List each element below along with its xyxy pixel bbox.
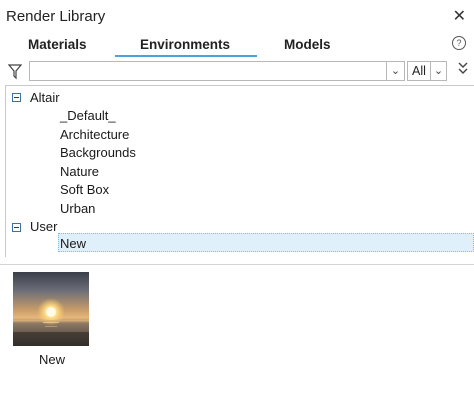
scope-dropdown-icon[interactable]: ⌄	[431, 61, 447, 81]
help-icon[interactable]: ?	[452, 36, 466, 50]
thumbnail-tile-new[interactable]: New	[12, 272, 92, 368]
thumbnail-image	[13, 272, 89, 346]
selected-row-highlight[interactable]	[58, 233, 474, 252]
expand-all-icon[interactable]	[455, 61, 471, 81]
tab-models[interactable]: Models	[284, 37, 331, 52]
tab-environments[interactable]: Environments	[140, 37, 230, 52]
tab-materials[interactable]: Materials	[28, 37, 87, 52]
double-chevron-down-icon	[458, 62, 468, 74]
tree-item-backgrounds[interactable]: Backgrounds	[60, 145, 136, 160]
thumbnail-label: New	[38, 352, 65, 367]
tree-group-altair[interactable]: Altair	[30, 90, 60, 105]
tree-group-user[interactable]: User	[30, 219, 57, 234]
tree-item-architecture[interactable]: Architecture	[60, 127, 129, 142]
search-input[interactable]	[29, 61, 387, 81]
active-tab-indicator	[115, 55, 257, 57]
filter-bar: ⌄ All ⌄	[0, 60, 474, 84]
tree-item-soft-box[interactable]: Soft Box	[60, 182, 109, 197]
scope-select[interactable]: All	[407, 61, 431, 81]
tree-item-urban[interactable]: Urban	[60, 201, 95, 216]
tree-item-default[interactable]: _Default_	[60, 108, 116, 123]
search-history-dropdown[interactable]: ⌄	[387, 61, 405, 81]
tree-item-new[interactable]: New	[60, 236, 86, 251]
tab-bar: Materials Environments Models ?	[0, 34, 474, 58]
library-tree: Altair _Default_ Architecture Background…	[5, 85, 474, 257]
tree-item-nature[interactable]: Nature	[60, 164, 99, 179]
panel-divider	[0, 264, 474, 265]
close-icon[interactable]: ✕	[453, 6, 466, 26]
collapse-icon-altair[interactable]	[12, 93, 21, 102]
title-bar: Render Library ✕	[0, 0, 474, 32]
collapse-icon-user[interactable]	[12, 223, 21, 232]
filter-icon[interactable]	[8, 64, 22, 80]
sunset-image-icon	[13, 272, 89, 346]
window-title: Render Library	[6, 8, 106, 25]
